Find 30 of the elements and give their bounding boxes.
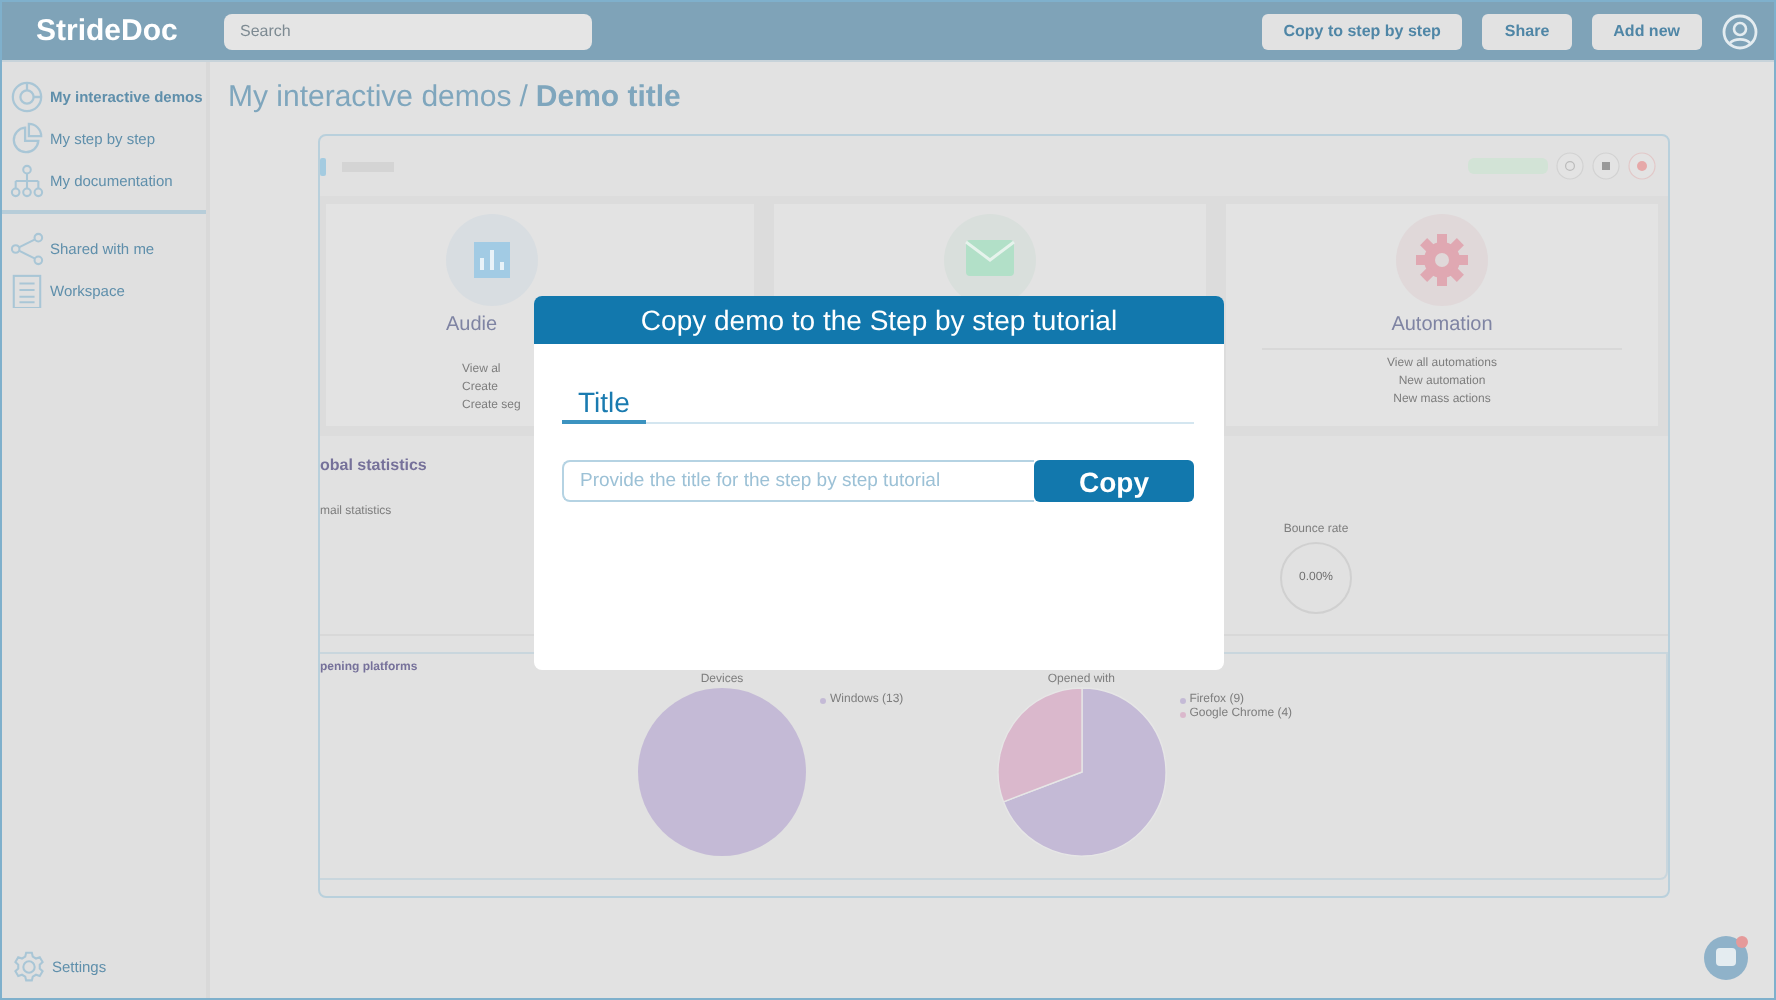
user-avatar-icon[interactable]	[1722, 13, 1758, 49]
card-title: Audie	[446, 314, 498, 336]
card-title: Automation	[1391, 314, 1493, 336]
header-button[interactable]: Share	[1482, 13, 1572, 49]
gear-icon	[1396, 214, 1488, 306]
title-input-field[interactable]: Provide the title for the step by step tutorial	[562, 460, 1034, 502]
page-title: Demo title	[535, 80, 681, 114]
section-heading: obal statistics	[320, 456, 429, 474]
tab-marker-icon	[320, 157, 326, 175]
alert-icon[interactable]	[1628, 152, 1656, 180]
header-button[interactable]: Add new	[1591, 13, 1702, 49]
dialog-title: Copy demo to the Step by step tutorial	[534, 296, 1224, 344]
legend-dot	[820, 697, 826, 703]
checklist-icon	[10, 273, 44, 307]
donut-chart-icon	[10, 79, 44, 113]
chat-icon[interactable]	[1704, 936, 1748, 980]
search-field[interactable]: Search	[224, 13, 592, 49]
hierarchy-icon	[10, 163, 44, 197]
logo: StrideDoc	[34, 14, 180, 48]
header-button[interactable]: Copy to step by step	[1261, 13, 1463, 49]
breadcrumb-link[interactable]: My interactive demos	[228, 80, 512, 114]
pie-chart-icon	[10, 121, 44, 155]
copy-button[interactable]: Copy	[1034, 460, 1194, 502]
legend-dot	[1179, 697, 1186, 703]
bar-chart-icon	[446, 214, 538, 306]
share-icon	[10, 231, 44, 265]
settings-icon	[12, 949, 46, 983]
legend-dot	[1179, 711, 1186, 717]
tab[interactable]: Title	[562, 382, 646, 424]
breadcrumb-separator: /	[519, 80, 528, 114]
